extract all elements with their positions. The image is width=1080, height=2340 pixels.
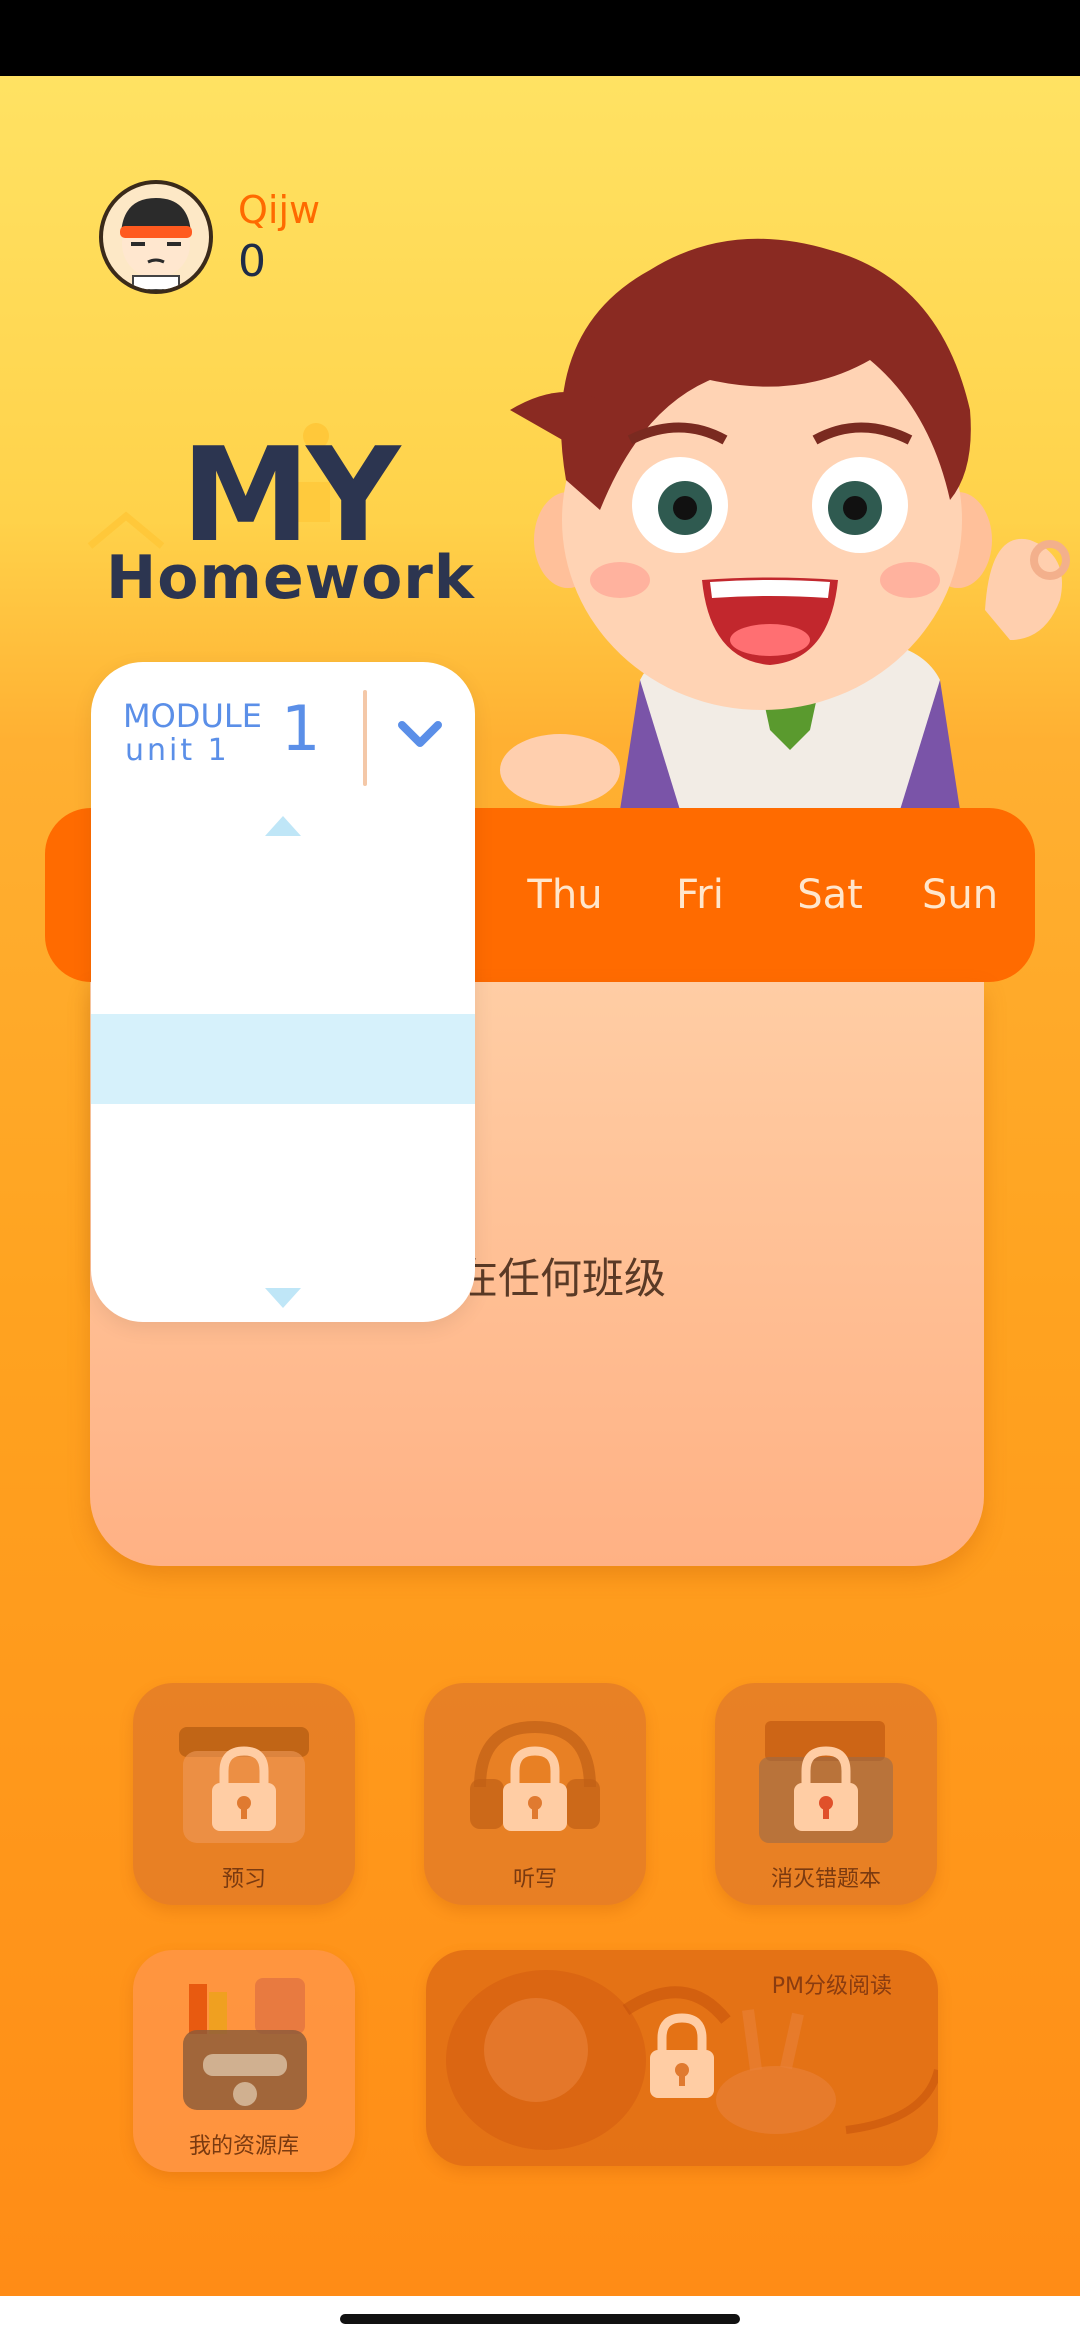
chevron-down-icon[interactable] <box>397 718 443 750</box>
day-sun[interactable]: Sun <box>880 808 1040 982</box>
scroll-down-icon[interactable] <box>261 1284 305 1312</box>
username: Qijw <box>238 188 321 232</box>
points-value: 0 <box>238 236 266 287</box>
tile-pm-reading[interactable]: PM分级阅读 <box>426 1950 938 2166</box>
tile-dictation[interactable]: 听写 <box>424 1683 646 1905</box>
lock-icon <box>503 1746 567 1831</box>
boy-mascot-icon <box>500 238 1070 810</box>
tile-label-dictation: 听写 <box>512 1867 557 1892</box>
picker-divider <box>363 690 367 786</box>
module-unit-picker[interactable]: MODULE unit 1 1 <box>91 662 475 1322</box>
lock-icon <box>794 1746 858 1831</box>
unit-label: unit 1 <box>125 733 230 768</box>
tile-error-book[interactable]: 消灭错题本 <box>715 1683 937 1905</box>
module-number: 1 <box>281 692 321 765</box>
lock-icon <box>650 2013 714 2098</box>
avatar-face-icon <box>120 198 192 290</box>
module-label: MODULE <box>123 697 262 735</box>
logo-homework: Homework <box>106 543 475 613</box>
tile-resource-library[interactable]: 我的资源库 <box>133 1950 355 2172</box>
picker-selected-row[interactable] <box>91 1014 475 1104</box>
avatar[interactable] <box>99 180 213 294</box>
tile-label-pm-reading: PM分级阅读 <box>771 1974 892 1999</box>
lock-icon <box>212 1746 276 1831</box>
tile-label-preview: 预习 <box>221 1867 266 1892</box>
status-bar <box>0 0 1080 76</box>
radio-books-art-icon <box>183 1978 307 2110</box>
my-homework-logo: MY Homework <box>86 419 486 630</box>
home-indicator[interactable] <box>340 2314 740 2324</box>
tile-label-error-book: 消灭错题本 <box>770 1867 881 1892</box>
scroll-up-icon[interactable] <box>261 812 305 840</box>
tile-label-resource-library: 我的资源库 <box>188 2134 299 2159</box>
logo-my: MY <box>181 419 401 571</box>
tile-preview[interactable]: 预习 <box>133 1683 355 1905</box>
